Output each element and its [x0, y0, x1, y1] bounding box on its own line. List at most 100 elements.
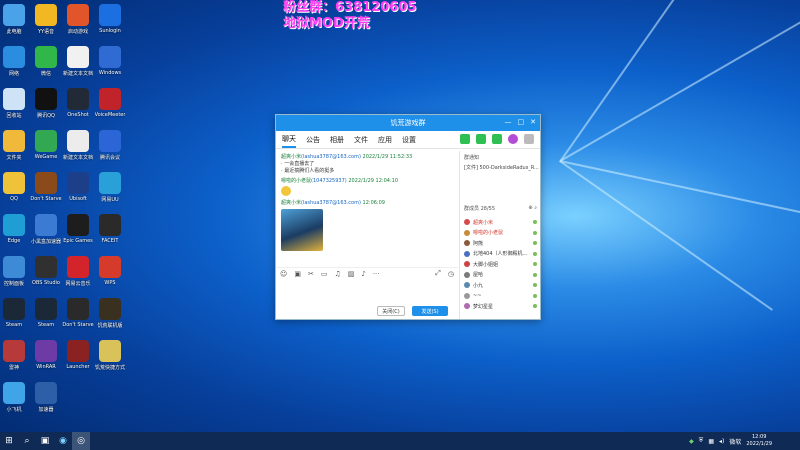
- app-icon[interactable]: [508, 134, 518, 144]
- taskbar-edge-icon[interactable]: ◉: [54, 432, 72, 450]
- desktop-shortcut[interactable]: WPS: [91, 256, 129, 294]
- desktop-shortcut-label: Steam: [5, 322, 23, 328]
- search-members-icon[interactable]: ⌕: [534, 205, 537, 211]
- avatar: [464, 250, 470, 257]
- avatar: [464, 303, 470, 310]
- avatar: [464, 282, 470, 289]
- member-item[interactable]: 梦幻星星: [464, 301, 537, 312]
- member-item[interactable]: 阿熊: [464, 238, 537, 249]
- desktop-shortcut-label: 新建文本文档: [62, 71, 93, 77]
- member-name: 屋哈: [473, 272, 484, 279]
- member-item[interactable]: 北地404（人形御殿机...: [464, 249, 537, 260]
- message-sender-email[interactable]: (lashua3787@163.com): [301, 200, 361, 206]
- close-icon[interactable]: ✕: [530, 118, 536, 126]
- maximize-icon[interactable]: □: [518, 118, 525, 126]
- game-launcher-icon: [67, 4, 89, 26]
- language-indicator[interactable]: 微软: [729, 437, 741, 446]
- desktop-shortcut-label: 腾讯QQ: [37, 113, 55, 119]
- search-icon[interactable]: ⌕: [18, 432, 36, 450]
- member-item[interactable]: 大脚小姐姐: [464, 259, 537, 270]
- desktop-shortcut[interactable]: 网易UU: [91, 172, 129, 210]
- headphone-icon[interactable]: ♫: [334, 270, 340, 278]
- ubisoft-icon: [67, 172, 89, 194]
- member-status-icon: [533, 262, 537, 267]
- voice-icon[interactable]: ♪: [361, 270, 365, 278]
- minimize-icon[interactable]: —: [505, 118, 512, 126]
- message-line: · 最近搞腾们人看的挺多: [281, 168, 335, 174]
- heybox-icon: [35, 214, 57, 236]
- tab-apps[interactable]: 应用: [378, 133, 392, 147]
- chat-history[interactable]: 超爽小米(lashua3787@163.com) 2022/1/29 11:52…: [277, 151, 458, 279]
- emoji-icon[interactable]: ☺: [280, 270, 287, 278]
- window-titlebar[interactable]: 饥荒游戏群 — □ ✕: [276, 115, 540, 131]
- avatar: [464, 240, 470, 247]
- member-item[interactable]: 超爽小米: [464, 217, 537, 228]
- taskbar-obs-icon[interactable]: ◎: [72, 432, 90, 450]
- clock[interactable]: 12:09 2022/1/29: [746, 434, 772, 448]
- desktop-shortcut[interactable]: 加速器: [27, 382, 65, 420]
- task-view-icon[interactable]: ▣: [36, 432, 54, 450]
- desktop-shortcut-label: WPS: [104, 280, 116, 286]
- member-item[interactable]: 嗯啦的小老鼠: [464, 228, 537, 239]
- desktop-shortcut-label: Don't Starve: [30, 196, 62, 202]
- member-item[interactable]: 小九: [464, 280, 537, 291]
- desktop-shortcut-label: 微信: [40, 71, 51, 77]
- desktop-shortcut[interactable]: 饥荒联机版: [91, 298, 129, 336]
- leishen-icon: [3, 340, 25, 362]
- desktop-shortcut[interactable]: 饥荒快捷方式: [91, 340, 129, 378]
- desktop-shortcut-label: 饥荒联机版: [97, 323, 123, 329]
- member-name: 梦幻星星: [473, 303, 494, 310]
- tab-files[interactable]: 文件: [354, 133, 368, 147]
- member-status-icon: [533, 241, 537, 246]
- desktop-shortcut-label: 控制面板: [3, 281, 24, 287]
- expand-icon[interactable]: ⤢: [435, 269, 441, 278]
- invite-icon[interactable]: ⊕: [528, 205, 532, 211]
- desktop-shortcut[interactable]: Sunlogin: [91, 4, 129, 42]
- folder-icon[interactable]: ▭: [321, 270, 328, 278]
- message-sender-email[interactable]: (1047325937): [311, 178, 347, 184]
- notice-item[interactable]: [文件] 500-DarksideRadus_R...: [460, 164, 541, 171]
- video-icon[interactable]: [476, 134, 486, 144]
- dont-starve-icon: [35, 172, 57, 194]
- more-icon[interactable]: [524, 134, 534, 144]
- desktop-shortcut-label: Epic Games: [63, 238, 93, 244]
- start-button[interactable]: ⊞: [0, 432, 18, 450]
- emoji-sticker[interactable]: [281, 186, 291, 196]
- gif-icon[interactable]: ▣: [294, 270, 301, 278]
- desktop-shortcut[interactable]: FACEIT: [91, 214, 129, 252]
- more-tools-icon[interactable]: ···: [373, 270, 380, 278]
- screen-share-icon[interactable]: [492, 134, 502, 144]
- shield-icon[interactable]: ⛨: [699, 437, 704, 445]
- desktop-shortcut-label: WeGame: [34, 154, 58, 160]
- image-message[interactable]: [281, 209, 323, 251]
- history-icon[interactable]: ◷: [448, 270, 454, 278]
- desktop-icons: 此电脑 YY语音 启动游戏 Sunlogin 网络 微信 新建文本文档 Windows 回收站腾…: [0, 0, 130, 432]
- desktop-shortcut[interactable]: Windows: [91, 46, 129, 84]
- member-name: 阿熊: [473, 240, 484, 247]
- tray-app-icon[interactable]: ◆: [689, 438, 694, 445]
- volume-icon[interactable]: ◂): [719, 438, 724, 445]
- member-item[interactable]: 屋哈: [464, 270, 537, 281]
- desktop-shortcut-label: QQ: [10, 196, 18, 202]
- avatar: [464, 292, 470, 299]
- tab-chat[interactable]: 聊天: [282, 132, 296, 148]
- image-icon[interactable]: ▨: [348, 270, 355, 278]
- tab-settings[interactable]: 设置: [402, 133, 416, 147]
- window-tabs: 聊天 公告 相册 文件 应用 设置: [276, 131, 540, 149]
- send-button[interactable]: 发送(S): [412, 306, 448, 316]
- chat-message: 嗯啦的小老鼠(1047325937) 2022/1/29 12:04:10: [281, 177, 454, 196]
- tab-album[interactable]: 相册: [330, 133, 344, 147]
- close-button[interactable]: 关闭(C): [377, 306, 405, 316]
- message-sender: 超爽小米: [281, 200, 302, 206]
- desktop-shortcut[interactable]: VoiceMeeter: [91, 88, 129, 126]
- desktop-shortcut-label: 雷神: [8, 365, 19, 371]
- tab-announcement[interactable]: 公告: [306, 133, 320, 147]
- message-input[interactable]: 关闭(C) 发送(S): [277, 280, 458, 320]
- desktop-shortcut-label: Sunlogin: [99, 28, 121, 34]
- member-item[interactable]: ~~: [464, 291, 537, 302]
- network-tray-icon[interactable]: ▦: [708, 438, 714, 445]
- phone-icon[interactable]: [460, 134, 470, 144]
- scissors-icon[interactable]: ✂: [308, 270, 314, 278]
- desktop-shortcut[interactable]: 腾讯会议: [91, 130, 129, 168]
- desktop-shortcut-label: 饥荒快捷方式: [94, 365, 125, 371]
